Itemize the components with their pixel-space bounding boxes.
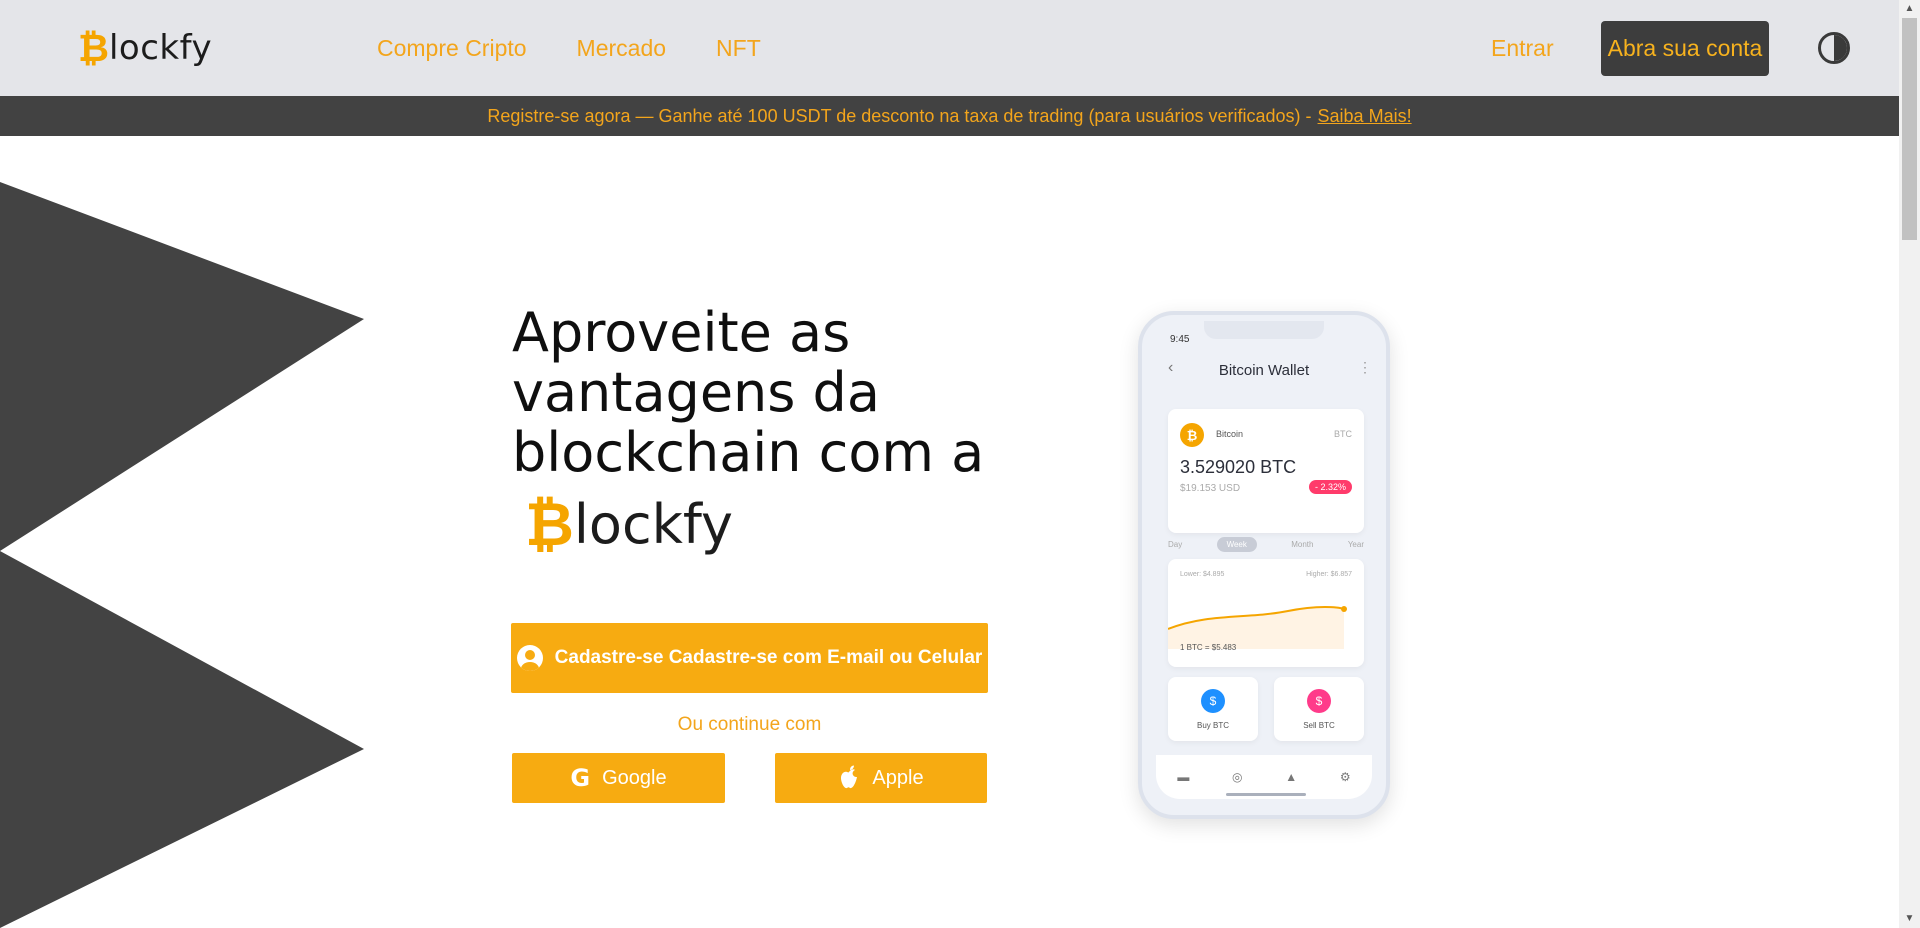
bitcoin-logo-icon: ₿ <box>525 490 574 560</box>
home-indicator <box>1226 793 1306 796</box>
decorative-arrow-shape <box>0 182 364 928</box>
apple-login-button[interactable]: Apple <box>775 753 987 803</box>
scrollbar-thumb[interactable] <box>1902 18 1917 240</box>
phone-notch <box>1204 321 1324 339</box>
nav-link-mercado[interactable]: Mercado <box>577 30 666 66</box>
phone-time: 9:45 <box>1170 334 1190 345</box>
hero-brand-name: lockfy <box>573 493 733 556</box>
tab-month: Month <box>1291 540 1314 549</box>
buy-btc-label: Buy BTC <box>1196 721 1229 730</box>
brand-name: lockfy <box>108 28 213 68</box>
gear-icon: ⚙ <box>1339 770 1351 784</box>
user-icon <box>516 645 543 671</box>
apple-button-label: Apple <box>872 766 924 789</box>
period-tabs: Day Week Month Year <box>1168 537 1364 552</box>
tab-week: Week <box>1216 537 1257 552</box>
continue-with-text: Ou continue com <box>677 714 822 735</box>
hero-logo: ₿ lockfy <box>525 490 733 560</box>
hero-title: Aproveite as vantagens da blockchain com… <box>512 301 985 484</box>
price-chart-card: Lower: $4.895 Higher: $6.857 1 BTC = $5.… <box>1168 559 1364 667</box>
bell-icon: ▲ <box>1285 770 1298 784</box>
lower-price: Lower: $4.895 <box>1180 571 1225 578</box>
bitcoin-coin-icon: ₿ <box>1180 423 1204 447</box>
promo-banner: Registre-se agora — Ganhe até 100 USDT d… <box>0 96 1899 136</box>
bitcoin-logo-icon: ₿ <box>78 26 109 70</box>
brand-logo[interactable]: ₿ lockfy <box>78 24 212 72</box>
google-login-button[interactable]: G Google <box>512 753 725 803</box>
scroll-down-arrow-icon[interactable]: ▼ <box>1899 910 1920 928</box>
signup-email-phone-button[interactable]: Cadastre-se Cadastre-se com E-mail ou Ce… <box>511 623 988 693</box>
sell-btc-card: $ Sell BTC <box>1274 677 1364 741</box>
higher-price: Higher: $6.857 <box>1306 571 1352 578</box>
google-button-label: Google <box>602 766 667 789</box>
price-line <box>1168 606 1347 649</box>
more-options-icon: ⋮ <box>1358 359 1372 375</box>
nav-link-compre-cripto[interactable]: Compre Cripto <box>377 30 527 66</box>
compass-icon: ◎ <box>1232 770 1243 784</box>
coin-symbol: BTC <box>1334 429 1352 439</box>
buy-btc-card: $ Buy BTC <box>1168 677 1258 741</box>
apple-icon <box>841 765 858 789</box>
open-account-button[interactable]: Abra sua conta <box>1601 21 1769 76</box>
dollar-icon: $ <box>1201 689 1225 713</box>
coin-name: Bitcoin <box>1216 429 1244 439</box>
phone-mockup: 9:45 ‹ Bitcoin Wallet ⋮ ₿ Bitcoin BTC 3.… <box>1138 311 1390 819</box>
page-scrollbar[interactable]: ▲ ▼ <box>1899 0 1920 928</box>
btc-rate: 1 BTC = $5.483 <box>1180 643 1237 652</box>
login-link[interactable]: Entrar <box>1491 30 1554 66</box>
nav-link-nft[interactable]: NFT <box>716 30 761 66</box>
main-nav: Compre Cripto Mercado NFT <box>377 30 761 66</box>
btc-amount: 3.529020 BTC <box>1180 457 1297 477</box>
google-icon: G <box>570 764 591 792</box>
signup-button-label: Cadastre-se Cadastre-se com E-mail ou Ce… <box>554 647 983 668</box>
tab-year: Year <box>1347 540 1364 549</box>
dollar-icon: $ <box>1307 689 1331 713</box>
usd-value: $19.153 USD <box>1180 483 1241 494</box>
page: ₿ lockfy Compre Cripto Mercado NFT Entra… <box>0 0 1920 928</box>
banner-text: Registre-se agora — Ganhe até 100 USDT d… <box>487 105 1312 126</box>
balance-card: ₿ Bitcoin BTC 3.529020 BTC $19.153 USD -… <box>1168 409 1364 533</box>
contrast-icon[interactable] <box>1818 32 1850 64</box>
tab-day: Day <box>1168 540 1183 549</box>
sell-btc-label: Sell BTC <box>1303 721 1335 730</box>
wallet-icon: ▬ <box>1177 770 1190 784</box>
scroll-up-arrow-icon[interactable]: ▲ <box>1899 0 1920 18</box>
banner-learn-more-link[interactable]: Saiba Mais! <box>1318 106 1412 127</box>
wallet-title: Bitcoin Wallet <box>1218 362 1310 379</box>
change-badge: - 2.32% <box>1308 480 1352 494</box>
top-header: ₿ lockfy Compre Cripto Mercado NFT Entra… <box>0 0 1899 96</box>
